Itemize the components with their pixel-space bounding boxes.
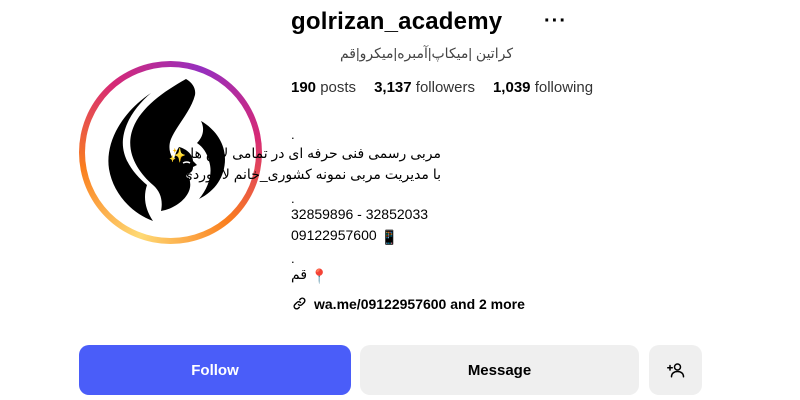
profile-stats: 190 posts 3,137 followers 1,039 followin… (291, 79, 593, 96)
bio-mobile-number: 09122957600 (291, 227, 377, 243)
followers-stat[interactable]: 3,137 followers (374, 79, 475, 96)
pin-icon: 📍 (310, 268, 329, 284)
profile-username: golrizan_academy (291, 8, 503, 35)
bio-mobile: 09122957600 📱 (291, 227, 398, 246)
profile-category: کراتین |میکاپ|آمبره|میکرو|قم (339, 45, 513, 61)
bio-line: مربی رسمی فنی حرفه ای در تمامی لاین ها ✨ (169, 145, 441, 164)
follow-button-label: Follow (191, 361, 239, 379)
bio-dot: . (291, 127, 295, 142)
following-label: following (534, 79, 594, 96)
more-options-button[interactable]: ··· (544, 10, 567, 33)
link-icon (293, 297, 306, 310)
sparkles-icon: ✨ (168, 147, 187, 163)
profile-link[interactable]: wa.me/09122957600 and 2 more (291, 295, 525, 312)
follow-button[interactable]: Follow (79, 345, 351, 395)
location-text: قم (291, 266, 308, 282)
message-button-label: Message (467, 361, 532, 379)
bio-line-2: با مدیریت مربی نمونه کشوری_خانم لاجوردی (182, 166, 441, 182)
bio-phone-numbers: 32859896 - 32852033 (291, 206, 429, 222)
mobile-phone-icon: 📱 (380, 229, 398, 245)
posts-label: posts (320, 79, 357, 96)
followers-label: followers (415, 79, 475, 96)
profile-link-text[interactable]: wa.me/09122957600 and 2 more (314, 296, 525, 312)
suggested-users-button[interactable] (649, 345, 702, 395)
bio-location: قم 📍 (291, 266, 328, 285)
posts-count: 190 (291, 79, 317, 96)
followers-count: 3,137 (374, 79, 412, 96)
profile-page: golrizan_academy ··· کراتین |میکاپ|آمبره… (0, 0, 800, 400)
message-button[interactable]: Message (360, 345, 639, 395)
bio-line-1: مربی رسمی فنی حرفه ای در تمامی لاین ها (190, 145, 441, 161)
bio-dot: . (291, 191, 295, 206)
add-user-icon (666, 363, 684, 378)
following-count: 1,039 (492, 79, 531, 96)
bio-dot: . (291, 251, 295, 266)
posts-stat: 190 posts (291, 79, 356, 96)
following-stat[interactable]: 1,039 following (493, 79, 593, 96)
